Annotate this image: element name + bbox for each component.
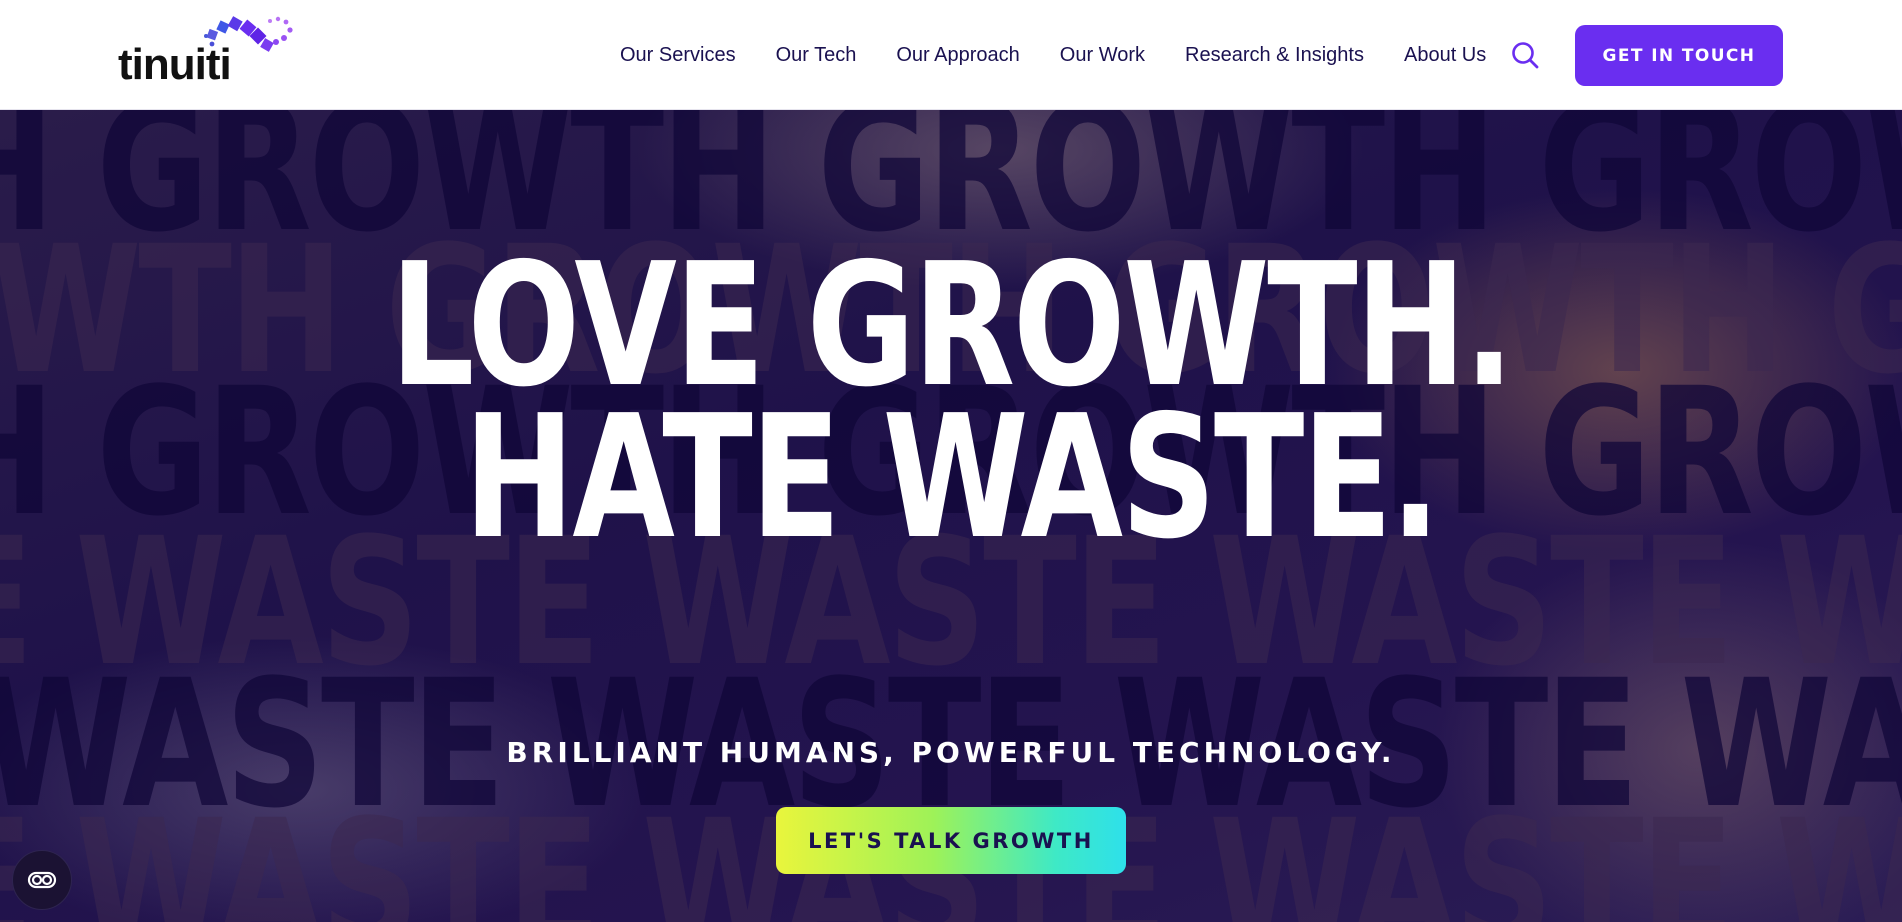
main-nav: Our Services Our Tech Our Approach Our W…	[620, 0, 1526, 110]
accessibility-toggle-icon	[27, 871, 57, 889]
search-icon	[1512, 42, 1539, 69]
logo-wordmark: tinuiti	[118, 40, 232, 89]
headline-line-2: HATE WASTE.	[463, 379, 1441, 577]
tinuiti-logo[interactable]: tinuiti	[118, 14, 308, 89]
hero-headline: LOVE GROWTH. HATE WASTE.	[0, 241, 1902, 577]
accessibility-widget-button[interactable]	[12, 850, 72, 910]
site-header: tinuiti Our Services Our Tech Our Approa…	[0, 0, 1902, 110]
search-button[interactable]	[1510, 40, 1540, 70]
nav-item-our-services[interactable]: Our Services	[620, 44, 736, 67]
get-in-touch-button[interactable]: GET IN TOUCH	[1575, 25, 1783, 86]
nav-item-our-tech[interactable]: Our Tech	[776, 44, 857, 67]
lets-talk-growth-button[interactable]: LET'S TALK GROWTH	[776, 807, 1126, 874]
hero-subtitle: BRILLIANT HUMANS, POWERFUL TECHNOLOGY.	[506, 736, 1396, 769]
nav-item-research-insights[interactable]: Research & Insights	[1185, 44, 1364, 67]
nav-item-our-work[interactable]: Our Work	[1060, 44, 1145, 67]
nav-item-our-approach[interactable]: Our Approach	[896, 44, 1019, 67]
nav-item-about-us[interactable]: About Us	[1404, 44, 1486, 67]
